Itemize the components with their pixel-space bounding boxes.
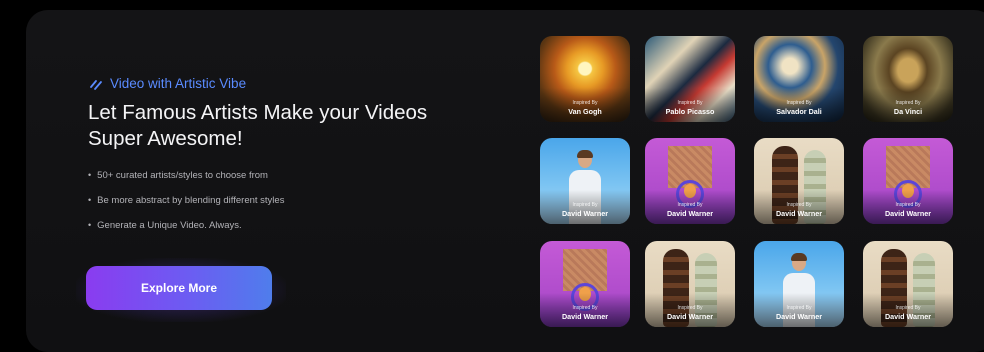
tile-artist-name: David Warner: [561, 312, 609, 321]
eyebrow: Video with Artistic Vibe: [89, 76, 246, 91]
tile-caption-prefix: Inspired By: [677, 100, 703, 106]
artist-tile[interactable]: Inspired By David Warner: [645, 241, 735, 327]
artist-tile[interactable]: Inspired By David Warner: [863, 241, 953, 327]
list-item: Generate a Unique Video. Always.: [88, 220, 284, 245]
tile-caption-prefix: Inspired By: [786, 305, 812, 311]
artist-tile[interactable]: Inspired By David Warner: [540, 138, 630, 224]
list-item: 50+ curated artists/styles to choose fro…: [88, 170, 284, 195]
tile-caption-prefix: Inspired By: [572, 305, 598, 311]
tile-artist-name: Van Gogh: [568, 107, 602, 116]
tile-artist-name: David Warner: [775, 312, 823, 321]
explore-more-button[interactable]: Explore More: [86, 266, 272, 310]
artist-tile[interactable]: Inspired By Pablo Picasso: [645, 36, 735, 122]
artist-tile[interactable]: Inspired By Da Vinci: [863, 36, 953, 122]
tile-caption: Inspired By David Warner: [540, 202, 630, 218]
tile-artist-name: David Warner: [666, 209, 714, 218]
tile-caption-prefix: Inspired By: [572, 202, 598, 208]
artist-tile[interactable]: Inspired By Van Gogh: [540, 36, 630, 122]
tile-caption: Inspired By David Warner: [645, 305, 735, 321]
artist-tile[interactable]: Inspired By Salvador Dali: [754, 36, 844, 122]
tile-artist-name: Pablo Picasso: [665, 107, 715, 116]
tile-caption-prefix: Inspired By: [895, 100, 921, 106]
tile-artist-name: Da Vinci: [893, 107, 923, 116]
brush-strokes-icon: [90, 79, 102, 90]
tile-caption-prefix: Inspired By: [677, 305, 703, 311]
tile-caption: Inspired By Salvador Dali: [754, 100, 844, 116]
tile-caption: Inspired By Van Gogh: [540, 100, 630, 116]
tile-caption: Inspired By Da Vinci: [863, 100, 953, 116]
tile-caption: Inspired By Pablo Picasso: [645, 100, 735, 116]
tile-artist-name: David Warner: [884, 312, 932, 321]
tile-caption: Inspired By David Warner: [754, 202, 844, 218]
tile-caption: Inspired By David Warner: [645, 202, 735, 218]
tile-caption-prefix: Inspired By: [895, 202, 921, 208]
artist-tile[interactable]: Inspired By David Warner: [754, 138, 844, 224]
tile-caption: Inspired By David Warner: [754, 305, 844, 321]
tile-artist-name: David Warner: [884, 209, 932, 218]
tile-caption-prefix: Inspired By: [677, 202, 703, 208]
tile-caption: Inspired By David Warner: [540, 305, 630, 321]
list-item: Be more abstract by blending different s…: [88, 195, 284, 220]
eyebrow-text: Video with Artistic Vibe: [110, 76, 247, 91]
page-title: Let Famous Artists Make your Videos Supe…: [88, 101, 428, 150]
artist-tile[interactable]: Inspired By David Warner: [645, 138, 735, 224]
tile-artist-name: David Warner: [561, 209, 609, 218]
tile-caption: Inspired By David Warner: [863, 202, 953, 218]
tile-caption-prefix: Inspired By: [786, 202, 812, 208]
tile-caption-prefix: Inspired By: [572, 100, 598, 106]
tile-artist-name: David Warner: [666, 312, 714, 321]
tile-caption: Inspired By David Warner: [863, 305, 953, 321]
artist-tile[interactable]: Inspired By David Warner: [863, 138, 953, 224]
artist-tile[interactable]: Inspired By David Warner: [540, 241, 630, 327]
artist-tile[interactable]: Inspired By David Warner: [754, 241, 844, 327]
tile-artist-name: David Warner: [775, 209, 823, 218]
tile-caption-prefix: Inspired By: [895, 305, 921, 311]
feature-list: 50+ curated artists/styles to choose fro…: [88, 170, 284, 245]
tile-caption-prefix: Inspired By: [786, 100, 812, 106]
tile-artist-name: Salvador Dali: [776, 107, 822, 116]
